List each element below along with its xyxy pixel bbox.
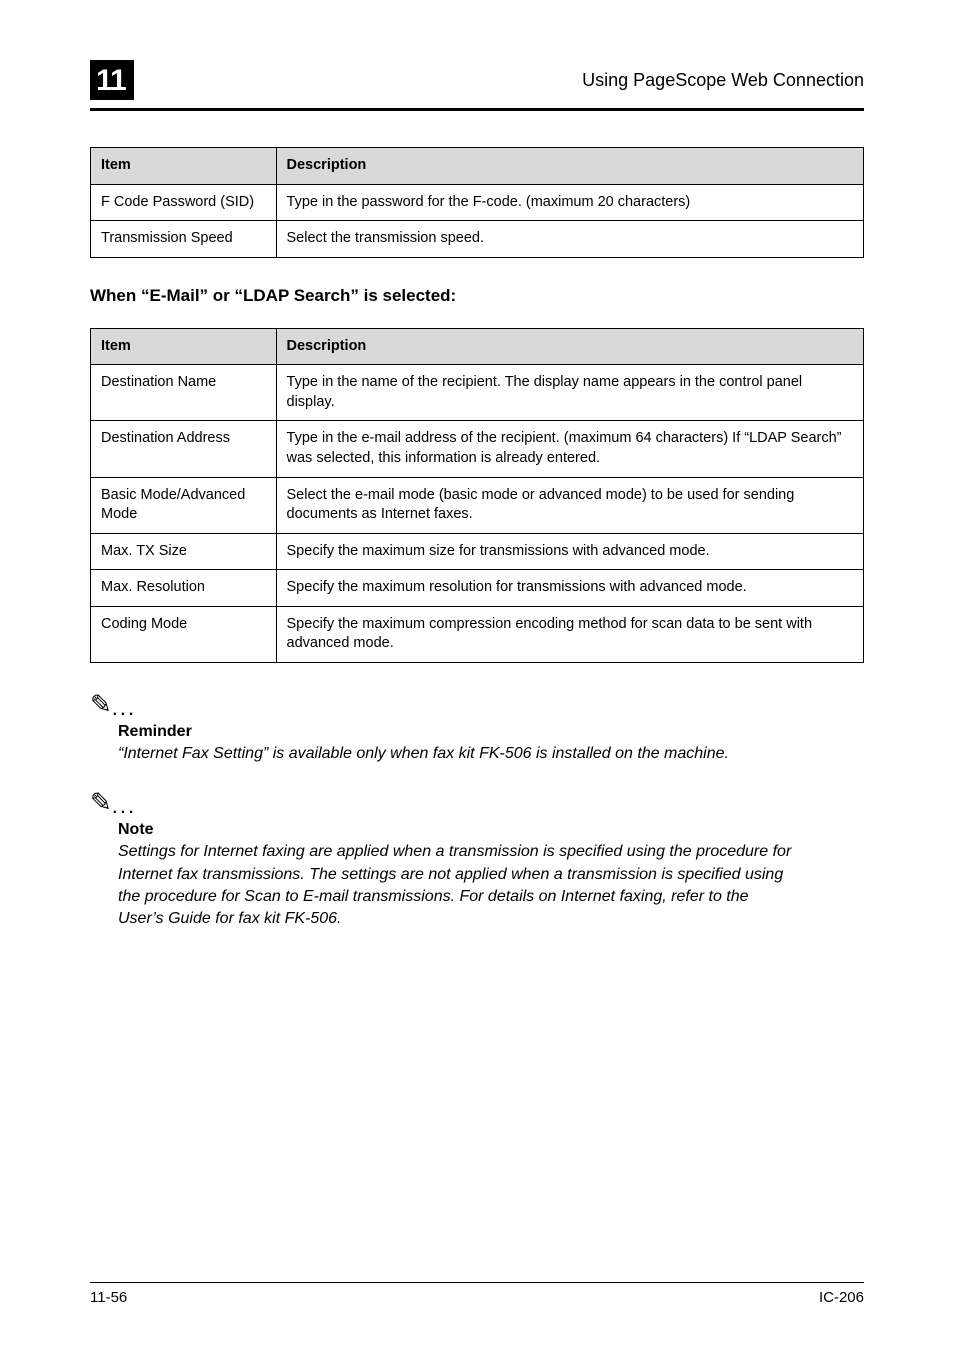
col-header-item: Item <box>91 148 277 185</box>
note-label: Note <box>118 821 864 839</box>
header-rule <box>90 108 864 111</box>
ellipsis-icon: ... <box>112 793 136 818</box>
col-header-item: Item <box>91 328 277 365</box>
table-row: Transmission Speed Select the transmissi… <box>91 221 864 258</box>
reminder-body: “Internet Fax Setting” is available only… <box>118 743 798 765</box>
col-header-description: Description <box>276 148 863 185</box>
cell-description: Select the transmission speed. <box>276 221 863 258</box>
spec-table-1: Item Description F Code Password (SID) T… <box>90 147 864 258</box>
section-heading: When “E-Mail” or “LDAP Search” is select… <box>90 286 864 306</box>
pencil-icon: ✎ <box>90 789 112 815</box>
header-row: 11 Using PageScope Web Connection <box>90 60 864 100</box>
pencil-icon: ✎ <box>90 691 112 717</box>
table-row: Destination Address Type in the e-mail a… <box>91 421 864 477</box>
cell-item: Destination Address <box>91 421 277 477</box>
reminder-label: Reminder <box>118 723 864 741</box>
footer-rule <box>90 1282 864 1283</box>
cell-description: Type in the e-mail address of the recipi… <box>276 421 863 477</box>
table-header-row: Item Description <box>91 328 864 365</box>
cell-item: Coding Mode <box>91 606 277 662</box>
page-root: 11 Using PageScope Web Connection Item D… <box>0 0 954 1352</box>
cell-description: Specify the maximum size for transmissio… <box>276 533 863 570</box>
table-row: Basic Mode/Advanced Mode Select the e-ma… <box>91 477 864 533</box>
note-block: ✎... Note Settings for Internet faxing a… <box>90 789 864 931</box>
cell-description: Type in the password for the F-code. (ma… <box>276 184 863 221</box>
cell-item: Basic Mode/Advanced Mode <box>91 477 277 533</box>
cell-description: Specify the maximum compression encoding… <box>276 606 863 662</box>
cell-description: Type in the name of the recipient. The d… <box>276 365 863 421</box>
footer-model: IC-206 <box>819 1289 864 1306</box>
cell-description: Select the e-mail mode (basic mode or ad… <box>276 477 863 533</box>
table-row: Max. TX Size Specify the maximum size fo… <box>91 533 864 570</box>
footer: 11-56 IC-206 <box>90 1282 864 1306</box>
table-row: Destination Name Type in the name of the… <box>91 365 864 421</box>
cell-item: Max. Resolution <box>91 570 277 607</box>
cell-item: F Code Password (SID) <box>91 184 277 221</box>
col-header-description: Description <box>276 328 863 365</box>
footer-page-number: 11-56 <box>90 1289 127 1306</box>
ellipsis-icon: ... <box>112 695 136 720</box>
cell-item: Transmission Speed <box>91 221 277 258</box>
table-row: F Code Password (SID) Type in the passwo… <box>91 184 864 221</box>
page-title: Using PageScope Web Connection <box>582 70 864 91</box>
note-body: Settings for Internet faxing are applied… <box>118 841 798 931</box>
reminder-block: ✎... Reminder “Internet Fax Setting” is … <box>90 691 864 765</box>
cell-item: Max. TX Size <box>91 533 277 570</box>
table-row: Max. Resolution Specify the maximum reso… <box>91 570 864 607</box>
table-header-row: Item Description <box>91 148 864 185</box>
chapter-badge: 11 <box>90 60 134 100</box>
footer-flex: 11-56 IC-206 <box>90 1289 864 1306</box>
spec-table-2: Item Description Destination Name Type i… <box>90 328 864 663</box>
table-row: Coding Mode Specify the maximum compress… <box>91 606 864 662</box>
cell-description: Specify the maximum resolution for trans… <box>276 570 863 607</box>
note-icon-row: ✎... <box>90 691 864 721</box>
cell-item: Destination Name <box>91 365 277 421</box>
note-icon-row: ✎... <box>90 789 864 819</box>
